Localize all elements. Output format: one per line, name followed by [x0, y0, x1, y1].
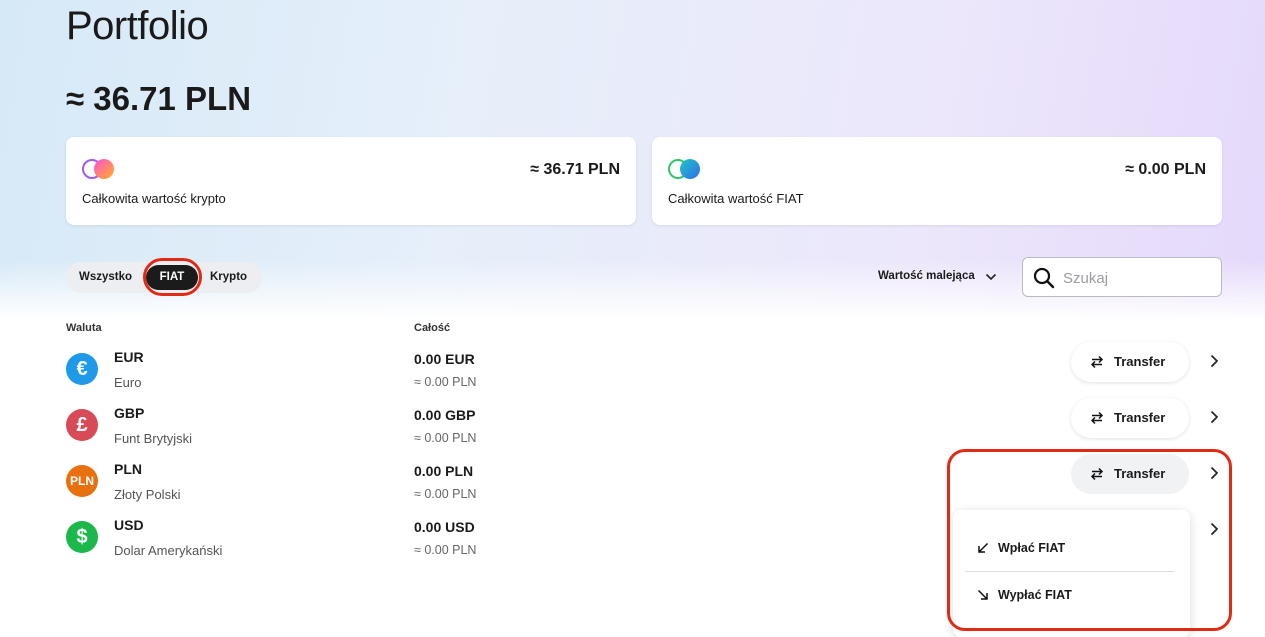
transfer-label: Transfer — [1114, 354, 1166, 369]
currency-converted: ≈ 0.00 PLN — [414, 431, 477, 445]
filter-crypto[interactable]: Krypto — [210, 262, 247, 293]
currency-converted: ≈ 0.00 PLN — [414, 487, 477, 501]
currency-amount: 0.00 USD — [414, 519, 475, 535]
transfer-button[interactable]: Transfer — [1071, 398, 1189, 438]
chevron-down-icon — [985, 273, 997, 281]
crypto-value-amount: ≈ 36.71 PLN — [530, 161, 620, 178]
currency-code: USD — [114, 517, 144, 533]
currency-name: Złoty Polski — [114, 487, 181, 502]
sort-dropdown[interactable]: Wartość malejąca — [878, 270, 997, 282]
column-header-total: Całość — [414, 322, 451, 334]
currency-converted: ≈ 0.00 PLN — [414, 375, 477, 389]
fiat-value-amount: ≈ 0.00 PLN — [1125, 161, 1206, 178]
sort-label: Wartość malejąca — [878, 270, 975, 282]
chevron-right-icon[interactable] — [1208, 410, 1220, 424]
fiat-value-card: ≈ 0.00 PLN Całkowita wartość FIAT — [652, 137, 1222, 225]
portfolio-total: ≈ 36.71 PLN — [66, 80, 252, 117]
transfer-menu-highlight — [947, 449, 1232, 631]
crypto-badge-icon — [82, 159, 116, 179]
euro-icon: € — [66, 353, 98, 385]
dollar-icon: $ — [66, 521, 98, 553]
filter-all[interactable]: Wszystko — [79, 262, 132, 293]
pln-icon: PLN — [66, 465, 98, 497]
transfer-label: Transfer — [1114, 410, 1166, 425]
currency-converted: ≈ 0.00 PLN — [414, 543, 477, 557]
transfer-button[interactable]: Transfer — [1071, 342, 1189, 382]
fiat-value-label: Całkowita wartość FIAT — [668, 191, 804, 206]
currency-code: PLN — [114, 461, 142, 477]
chevron-right-icon[interactable] — [1208, 354, 1220, 368]
search-input[interactable] — [1063, 267, 1213, 289]
currency-name: Dolar Amerykański — [114, 543, 223, 558]
currency-amount: 0.00 EUR — [414, 351, 475, 367]
crypto-value-label: Całkowita wartość krypto — [82, 191, 226, 206]
transfer-arrows-icon — [1090, 411, 1104, 425]
currency-name: Funt Brytyjski — [114, 431, 193, 446]
currency-code: GBP — [114, 405, 145, 421]
search-box — [1022, 257, 1222, 297]
transfer-arrows-icon — [1090, 355, 1104, 369]
page-title: Portfolio — [66, 4, 209, 48]
crypto-value-card: ≈ 36.71 PLN Całkowita wartość krypto — [66, 137, 636, 225]
currency-code: EUR — [114, 349, 144, 365]
currency-name: Euro — [114, 375, 142, 390]
pound-icon: £ — [66, 409, 98, 441]
currency-amount: 0.00 PLN — [414, 463, 474, 479]
column-header-currency: Waluta — [66, 322, 102, 334]
fiat-filter-highlight — [143, 258, 202, 296]
currency-amount: 0.00 GBP — [414, 407, 476, 423]
fiat-badge-icon — [668, 159, 702, 179]
table-row: € EUR Euro 0.00 EUR ≈ 0.00 PLN Transfer — [0, 342, 1265, 405]
search-icon — [1033, 267, 1055, 289]
